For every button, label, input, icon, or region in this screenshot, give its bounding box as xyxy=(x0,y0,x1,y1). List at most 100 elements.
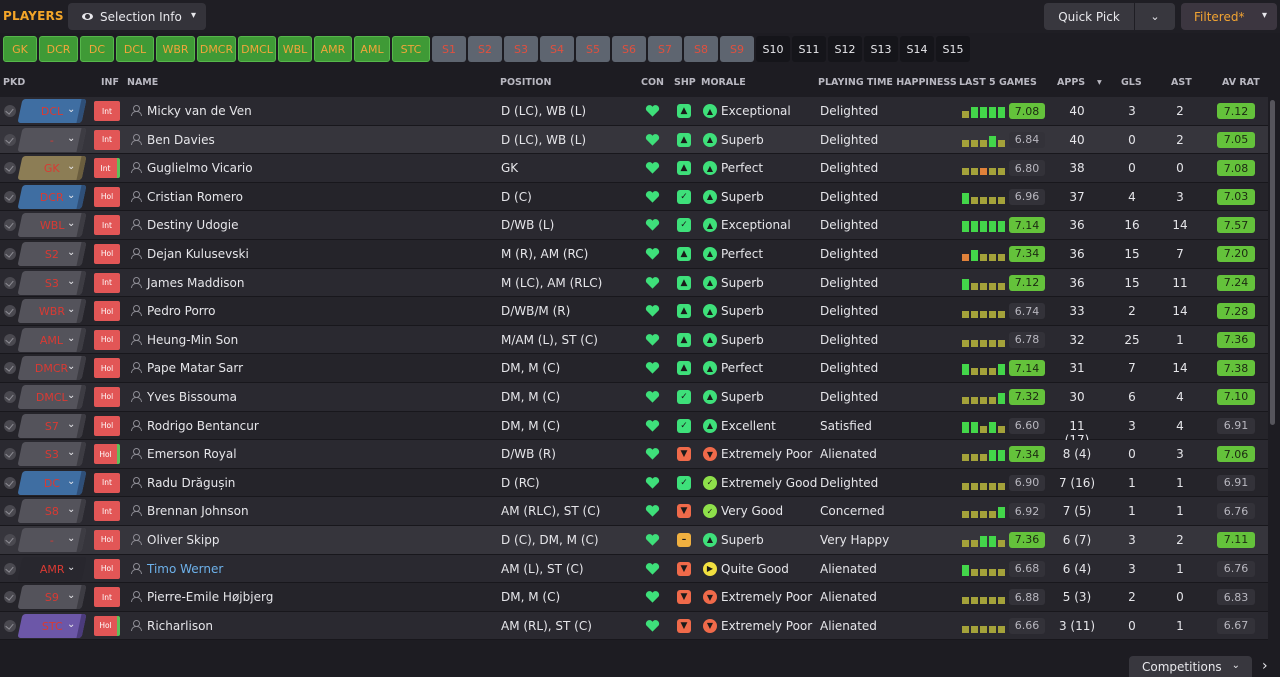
position-tab-s13[interactable]: S13 xyxy=(864,36,898,62)
chevron-down-icon[interactable]: ⌄ xyxy=(67,218,75,229)
quick-pick-button[interactable]: Quick Pick xyxy=(1044,3,1134,30)
chevron-down-icon[interactable]: ⌄ xyxy=(67,447,75,458)
chevron-down-icon[interactable]: ⌄ xyxy=(67,247,75,258)
position-tab-wbr[interactable]: WBR xyxy=(156,36,195,62)
col-inf[interactable]: INF xyxy=(101,77,119,88)
player-name[interactable]: Guglielmo Vicario xyxy=(147,161,253,175)
chevron-down-icon[interactable]: ⌄ xyxy=(67,304,75,315)
position-selector[interactable]: AMR xyxy=(17,556,87,581)
position-tab-dmcr[interactable]: DMCR xyxy=(197,36,236,62)
player-name[interactable]: Destiny Udogie xyxy=(147,218,239,232)
picked-checkbox[interactable] xyxy=(4,190,16,203)
position-tab-s5[interactable]: S5 xyxy=(576,36,610,62)
info-badge[interactable]: Int xyxy=(94,158,120,179)
player-name[interactable]: Brennan Johnson xyxy=(147,504,249,518)
position-selector[interactable]: - xyxy=(17,527,87,552)
col-playing-time[interactable]: PLAYING TIME HAPPINESS xyxy=(818,77,957,88)
picked-checkbox[interactable] xyxy=(4,476,16,489)
picked-checkbox[interactable] xyxy=(4,505,16,518)
info-badge[interactable]: Hol xyxy=(94,415,120,436)
position-tab-s4[interactable]: S4 xyxy=(540,36,574,62)
player-name[interactable]: Cristian Romero xyxy=(147,190,243,204)
table-row[interactable]: - ⌄ Hol Oliver Skipp D (C), DM, M (C) – … xyxy=(0,525,1268,555)
picked-checkbox[interactable] xyxy=(4,419,16,432)
col-pkd[interactable]: PKD xyxy=(3,77,25,88)
position-tab-s10[interactable]: S10 xyxy=(756,36,790,62)
player-name[interactable]: Radu Drăgușin xyxy=(147,476,235,490)
picked-checkbox[interactable] xyxy=(4,162,16,175)
info-badge[interactable]: Hol xyxy=(94,243,120,264)
col-ast[interactable]: AST xyxy=(1171,77,1192,88)
position-tab-s3[interactable]: S3 xyxy=(504,36,538,62)
table-row[interactable]: S3 ⌄ Hol Emerson Royal D/WB (R) ▼ ▼ Extr… xyxy=(0,440,1268,469)
position-selector[interactable]: S2 xyxy=(17,241,87,266)
player-name[interactable]: Emerson Royal xyxy=(147,447,237,461)
player-name[interactable]: Rodrigo Bentancur xyxy=(147,419,259,433)
table-row[interactable]: S2 ⌄ Hol Dejan Kulusevski M (R), AM (RC)… xyxy=(0,239,1268,269)
selection-info-button[interactable]: Selection Info ▾ xyxy=(68,3,206,30)
position-selector[interactable]: S7 xyxy=(17,413,87,438)
picked-checkbox[interactable] xyxy=(4,247,16,260)
position-selector[interactable]: WBR xyxy=(17,299,87,324)
info-badge[interactable]: Hol xyxy=(94,444,120,465)
position-tab-amr[interactable]: AMR xyxy=(314,36,352,62)
player-name[interactable]: Pedro Porro xyxy=(147,304,216,318)
picked-checkbox[interactable] xyxy=(4,105,16,117)
picked-checkbox[interactable] xyxy=(4,591,16,604)
col-name[interactable]: NAME xyxy=(127,77,158,88)
chevron-down-icon[interactable]: ⌄ xyxy=(67,619,75,630)
col-av-rat[interactable]: AV RAT xyxy=(1222,77,1260,88)
position-selector[interactable]: - xyxy=(17,127,87,152)
picked-checkbox[interactable] xyxy=(4,533,16,546)
col-gls[interactable]: GLS xyxy=(1121,77,1142,88)
picked-checkbox[interactable] xyxy=(4,133,16,146)
picked-checkbox[interactable] xyxy=(4,362,16,375)
col-con[interactable]: CON xyxy=(641,77,664,88)
chevron-down-icon[interactable]: ⌄ xyxy=(67,590,75,601)
chevron-down-icon[interactable]: ⌄ xyxy=(67,133,75,144)
player-name[interactable]: Yves Bissouma xyxy=(147,390,237,404)
picked-checkbox[interactable] xyxy=(4,305,16,318)
chevron-down-icon[interactable]: ⌄ xyxy=(67,562,75,573)
chevron-down-icon[interactable]: ⌄ xyxy=(67,276,75,287)
col-morale[interactable]: MORALE xyxy=(701,77,746,88)
info-badge[interactable]: Hol xyxy=(94,301,120,322)
position-selector[interactable]: WBL xyxy=(17,213,87,238)
position-selector[interactable]: S9 xyxy=(17,585,87,610)
position-selector[interactable]: DCR xyxy=(17,184,87,209)
table-row[interactable]: AMR ⌄ Hol Timo Werner AM (L), ST (C) ▼ ▶… xyxy=(0,554,1268,584)
info-badge[interactable]: Hol xyxy=(94,558,120,579)
col-position[interactable]: POSITION xyxy=(500,77,551,88)
table-row[interactable]: DC ⌄ Int Radu Drăgușin D (RC) ✓ ✓ Extrem… xyxy=(0,468,1268,498)
table-row[interactable]: DCR ⌄ Hol Cristian Romero D (C) ✓ ▲ Supe… xyxy=(0,182,1268,212)
table-row[interactable]: DCL ⌄ Int Micky van de Ven D (LC), WB (L… xyxy=(0,97,1268,126)
player-name[interactable]: Dejan Kulusevski xyxy=(147,247,249,261)
table-row[interactable]: DMCR ⌄ Hol Pape Matar Sarr DM, M (C) ▲ ▲… xyxy=(0,354,1268,383)
table-row[interactable]: S3 ⌄ Int James Maddison M (LC), AM (RLC)… xyxy=(0,268,1268,298)
player-name[interactable]: Pierre-Emile Højbjerg xyxy=(147,590,273,604)
table-row[interactable]: S9 ⌄ Int Pierre-Emile Højbjerg DM, M (C)… xyxy=(0,583,1268,612)
table-row[interactable]: DMCL ⌄ Hol Yves Bissouma DM, M (C) ✓ ▲ S… xyxy=(0,382,1268,412)
col-apps[interactable]: APPS xyxy=(1057,77,1085,88)
chevron-down-icon[interactable]: ⌄ xyxy=(67,104,75,115)
position-tab-aml[interactable]: AML xyxy=(354,36,390,62)
chevron-down-icon[interactable]: ⌄ xyxy=(67,476,75,487)
picked-checkbox[interactable] xyxy=(4,276,16,289)
table-row[interactable]: S7 ⌄ Hol Rodrigo Bentancur DM, M (C) ✓ ▲… xyxy=(0,411,1268,447)
picked-checkbox[interactable] xyxy=(4,448,16,461)
col-last5[interactable]: LAST 5 GAMES xyxy=(959,77,1037,88)
position-tab-s14[interactable]: S14 xyxy=(900,36,934,62)
position-tab-dc[interactable]: DC xyxy=(80,36,114,62)
filter-button[interactable]: Filtered* ▾ xyxy=(1181,3,1277,30)
picked-checkbox[interactable] xyxy=(4,219,16,232)
position-selector[interactable]: S8 xyxy=(17,499,87,524)
quick-pick-menu-button[interactable]: ⌄ xyxy=(1135,3,1175,30)
player-name[interactable]: James Maddison xyxy=(147,276,245,290)
picked-checkbox[interactable] xyxy=(4,619,16,632)
position-tab-wbl[interactable]: WBL xyxy=(278,36,312,62)
info-badge[interactable]: Int xyxy=(94,587,120,608)
table-row[interactable]: WBR ⌄ Hol Pedro Porro D/WB/M (R) ▲ ▲ Sup… xyxy=(0,297,1268,326)
col-shp[interactable]: SHP xyxy=(674,77,696,88)
info-badge[interactable]: Int xyxy=(94,129,120,150)
info-badge[interactable]: Int xyxy=(94,501,120,522)
